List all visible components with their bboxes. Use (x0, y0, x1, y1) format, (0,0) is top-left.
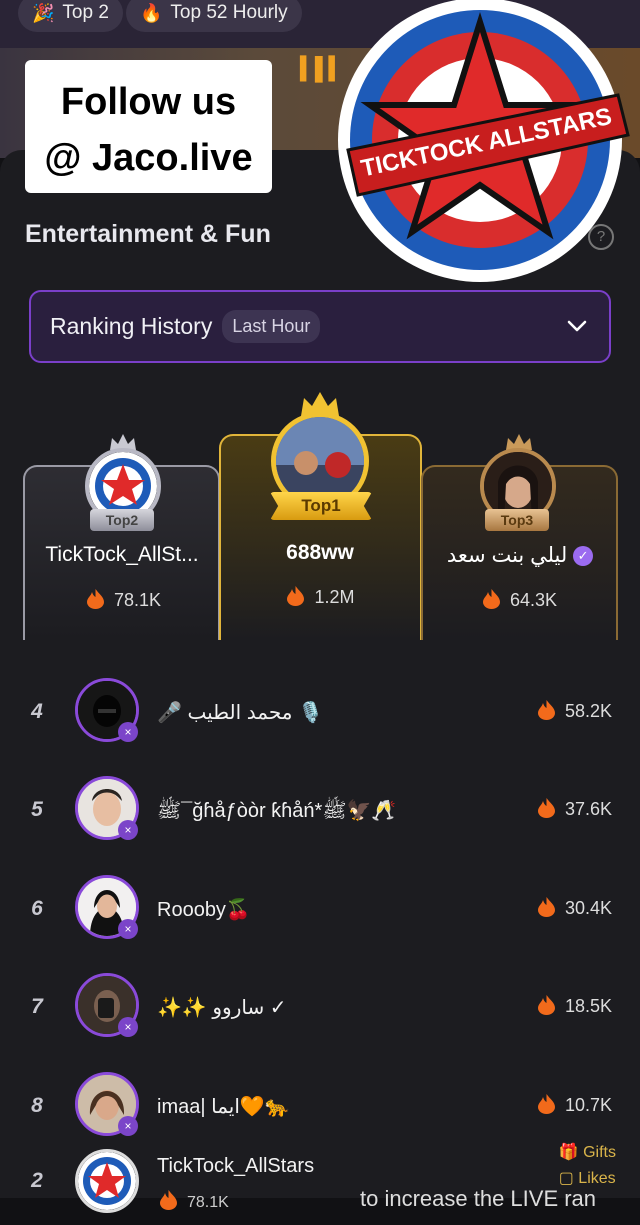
follow-line-2: @ Jaco.live (44, 137, 253, 179)
user-name: imaa| ايما🧡🐆 (157, 1096, 290, 1118)
user-level-badge: × (118, 919, 138, 939)
list-item[interactable]: 6 × Roooby🍒 30.4K (0, 871, 640, 951)
flame-icon (537, 700, 555, 720)
podium-third-score-wrap: 64.3K (420, 589, 620, 611)
dropdown-period-badge: Last Hour (222, 310, 321, 343)
tab-top-hourly[interactable]: 🔥 Top 52 Hourly (126, 0, 302, 32)
podium-first-name: 688ww (286, 541, 354, 564)
user-score: 37.6K (564, 799, 612, 819)
ranking-history-dropdown[interactable]: Ranking History Last Hour (29, 290, 611, 363)
fire-icon: 🔥 (140, 2, 163, 23)
user-score-wrap: 30.4K (537, 897, 612, 919)
avatar[interactable] (75, 1149, 139, 1213)
ticktock-allstars-logo: TICKTOCK ALLSTARS (338, 0, 630, 282)
rank-number: 5 (31, 798, 43, 821)
gifts-likes-overlay: 🎁 Gifts ▢ Likes (559, 1140, 616, 1192)
rank-number: 7 (31, 995, 43, 1018)
party-icon: 🎉 (32, 2, 55, 23)
user-score-wrap: 10.7K (537, 1094, 612, 1116)
self-score-wrap: 78.1K (160, 1190, 229, 1212)
user-score: 58.2K (564, 701, 612, 721)
user-score-wrap: 37.6K (537, 798, 612, 820)
user-name: ﷺ¯ğɦåƒòòr ƙɦåń*ﷺ🦅🥂 (157, 800, 397, 822)
user-level-badge: × (118, 722, 138, 742)
gifts-label: Gifts (583, 1144, 616, 1161)
rank-number: 2 (31, 1169, 43, 1192)
user-score-wrap: 58.2K (537, 700, 612, 722)
user-name: TickTock_AllStars (157, 1155, 315, 1177)
like-icon: ▢ (558, 1170, 579, 1187)
tab-top-2-label: Top 2 (62, 2, 109, 23)
rank-number: 6 (31, 897, 43, 920)
user-level-badge: × (118, 820, 138, 840)
flame-icon (287, 586, 305, 606)
follow-line-1: Follow us (60, 81, 237, 123)
rank-number: 4 (31, 700, 43, 723)
category-title: Entertainment & Fun (25, 220, 271, 248)
podium-second-score-wrap: 78.1K (24, 589, 224, 611)
podium-second-score: 78.1K (113, 590, 162, 610)
podium-second-badge: Top2 (90, 509, 154, 531)
podium-first-score-wrap: 1.2M (221, 586, 421, 608)
dropdown-label: Ranking History (50, 313, 213, 339)
podium-third-name-wrap: ليلي بنت سعد ✓ (420, 543, 620, 568)
chevron-down-icon (567, 320, 587, 332)
gift-icon: 🎁 (558, 1144, 584, 1161)
list-item[interactable]: 4 × 🎤 محمد الطيب 🎙️ 58.2K (0, 674, 640, 754)
podium-second-name: TickTock_AllSt... (45, 543, 199, 566)
list-item[interactable]: 7 × ✨✨ ساروو ✓ 18.5K (0, 969, 640, 1049)
tab-top-2[interactable]: 🎉 Top 2 (18, 0, 123, 32)
bottom-caption: to increase the LIVE ran (360, 1186, 597, 1211)
user-level-badge: × (118, 1017, 138, 1037)
list-item[interactable]: 5 × ﷺ¯ğɦåƒòòr ƙɦåń*ﷺ🦅🥂 37.6K (0, 772, 640, 852)
podium-third-score: 64.3K (509, 590, 558, 610)
user-name: 🎤 محمد الطيب 🎙️ (157, 702, 323, 724)
tab-top-hourly-label: Top 52 Hourly (170, 2, 288, 23)
podium-third-badge: Top3 (485, 509, 549, 531)
gifts-label-wrap: 🎁 Gifts (559, 1140, 616, 1166)
podium-third-name: ليلي بنت سعد (446, 544, 568, 567)
user-score-wrap: 18.5K (537, 995, 612, 1017)
flame-icon (86, 589, 104, 609)
likes-label: Likes (578, 1170, 616, 1187)
verified-icon: ✓ (573, 546, 594, 566)
user-score: 18.5K (564, 996, 612, 1016)
flame-icon (537, 995, 555, 1015)
flame-icon (537, 1094, 555, 1114)
user-score: 30.4K (564, 898, 612, 918)
list-item[interactable]: 8 × imaa| ايما🧡🐆 10.7K (0, 1068, 640, 1148)
self-score: 78.1K (187, 1194, 229, 1211)
flame-icon (160, 1190, 177, 1210)
flame-icon (537, 798, 555, 818)
follow-us-card: Follow us @ Jaco.live (25, 60, 272, 193)
self-rank-row[interactable]: 2 TickTock_AllStars (0, 1145, 640, 1225)
user-level-badge: × (118, 1116, 138, 1136)
user-name: ✨✨ ساروو ✓ (157, 997, 287, 1019)
user-name: Roooby🍒 (157, 899, 251, 921)
flame-icon (482, 589, 500, 609)
podium-first-badge: Top1 (270, 492, 372, 520)
flame-icon (537, 897, 555, 917)
podium-first-score: 1.2M (314, 587, 355, 607)
user-score: 10.7K (564, 1095, 612, 1115)
rank-number: 8 (31, 1094, 43, 1117)
